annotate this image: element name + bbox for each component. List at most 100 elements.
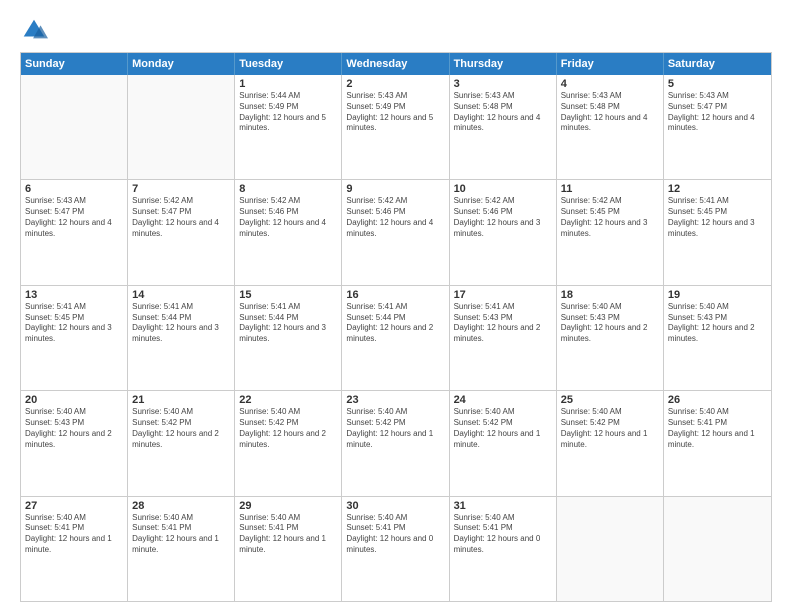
cell-info: Sunrise: 5:40 AM Sunset: 5:41 PM Dayligh… [454,513,552,556]
cell-info: Sunrise: 5:40 AM Sunset: 5:41 PM Dayligh… [239,513,337,556]
calendar-cell: 25Sunrise: 5:40 AM Sunset: 5:42 PM Dayli… [557,391,664,495]
day-number: 5 [668,78,767,90]
calendar-cell: 17Sunrise: 5:41 AM Sunset: 5:43 PM Dayli… [450,286,557,390]
cell-info: Sunrise: 5:43 AM Sunset: 5:47 PM Dayligh… [668,91,767,134]
calendar-cell: 7Sunrise: 5:42 AM Sunset: 5:47 PM Daylig… [128,180,235,284]
day-number: 18 [561,289,659,301]
cell-info: Sunrise: 5:41 AM Sunset: 5:45 PM Dayligh… [25,302,123,345]
col-header-tuesday: Tuesday [235,53,342,75]
calendar-cell: 13Sunrise: 5:41 AM Sunset: 5:45 PM Dayli… [21,286,128,390]
cell-info: Sunrise: 5:40 AM Sunset: 5:42 PM Dayligh… [239,407,337,450]
day-number: 28 [132,500,230,512]
day-number: 27 [25,500,123,512]
calendar-week-1: 1Sunrise: 5:44 AM Sunset: 5:49 PM Daylig… [21,75,771,179]
calendar-cell: 5Sunrise: 5:43 AM Sunset: 5:47 PM Daylig… [664,75,771,179]
cell-info: Sunrise: 5:40 AM Sunset: 5:41 PM Dayligh… [668,407,767,450]
day-number: 22 [239,394,337,406]
cell-info: Sunrise: 5:41 AM Sunset: 5:45 PM Dayligh… [668,196,767,239]
day-number: 13 [25,289,123,301]
logo [20,16,54,44]
day-number: 17 [454,289,552,301]
col-header-thursday: Thursday [450,53,557,75]
calendar-cell [557,497,664,601]
calendar-cell: 2Sunrise: 5:43 AM Sunset: 5:49 PM Daylig… [342,75,449,179]
cell-info: Sunrise: 5:42 AM Sunset: 5:46 PM Dayligh… [239,196,337,239]
calendar-week-4: 20Sunrise: 5:40 AM Sunset: 5:43 PM Dayli… [21,390,771,495]
day-number: 25 [561,394,659,406]
calendar-cell: 18Sunrise: 5:40 AM Sunset: 5:43 PM Dayli… [557,286,664,390]
cell-info: Sunrise: 5:43 AM Sunset: 5:47 PM Dayligh… [25,196,123,239]
cell-info: Sunrise: 5:40 AM Sunset: 5:41 PM Dayligh… [132,513,230,556]
cell-info: Sunrise: 5:43 AM Sunset: 5:48 PM Dayligh… [561,91,659,134]
logo-icon [20,16,48,44]
cell-info: Sunrise: 5:40 AM Sunset: 5:41 PM Dayligh… [346,513,444,556]
calendar-cell: 22Sunrise: 5:40 AM Sunset: 5:42 PM Dayli… [235,391,342,495]
day-number: 14 [132,289,230,301]
calendar-cell: 21Sunrise: 5:40 AM Sunset: 5:42 PM Dayli… [128,391,235,495]
cell-info: Sunrise: 5:41 AM Sunset: 5:44 PM Dayligh… [346,302,444,345]
day-number: 2 [346,78,444,90]
day-number: 7 [132,183,230,195]
cell-info: Sunrise: 5:40 AM Sunset: 5:43 PM Dayligh… [25,407,123,450]
day-number: 10 [454,183,552,195]
calendar-body: 1Sunrise: 5:44 AM Sunset: 5:49 PM Daylig… [21,75,771,601]
calendar: SundayMondayTuesdayWednesdayThursdayFrid… [20,52,772,602]
calendar-week-5: 27Sunrise: 5:40 AM Sunset: 5:41 PM Dayli… [21,496,771,601]
day-number: 12 [668,183,767,195]
day-number: 19 [668,289,767,301]
cell-info: Sunrise: 5:40 AM Sunset: 5:41 PM Dayligh… [25,513,123,556]
cell-info: Sunrise: 5:40 AM Sunset: 5:42 PM Dayligh… [454,407,552,450]
cell-info: Sunrise: 5:42 AM Sunset: 5:45 PM Dayligh… [561,196,659,239]
col-header-monday: Monday [128,53,235,75]
calendar-cell: 1Sunrise: 5:44 AM Sunset: 5:49 PM Daylig… [235,75,342,179]
day-number: 16 [346,289,444,301]
day-number: 9 [346,183,444,195]
cell-info: Sunrise: 5:40 AM Sunset: 5:43 PM Dayligh… [668,302,767,345]
calendar-cell: 4Sunrise: 5:43 AM Sunset: 5:48 PM Daylig… [557,75,664,179]
cell-info: Sunrise: 5:40 AM Sunset: 5:42 PM Dayligh… [346,407,444,450]
col-header-wednesday: Wednesday [342,53,449,75]
calendar-cell: 26Sunrise: 5:40 AM Sunset: 5:41 PM Dayli… [664,391,771,495]
day-number: 29 [239,500,337,512]
cell-info: Sunrise: 5:44 AM Sunset: 5:49 PM Dayligh… [239,91,337,134]
day-number: 15 [239,289,337,301]
calendar-cell: 9Sunrise: 5:42 AM Sunset: 5:46 PM Daylig… [342,180,449,284]
calendar-cell [128,75,235,179]
calendar-cell: 6Sunrise: 5:43 AM Sunset: 5:47 PM Daylig… [21,180,128,284]
calendar-cell: 16Sunrise: 5:41 AM Sunset: 5:44 PM Dayli… [342,286,449,390]
day-number: 21 [132,394,230,406]
cell-info: Sunrise: 5:41 AM Sunset: 5:44 PM Dayligh… [239,302,337,345]
cell-info: Sunrise: 5:42 AM Sunset: 5:46 PM Dayligh… [346,196,444,239]
day-number: 6 [25,183,123,195]
cell-info: Sunrise: 5:40 AM Sunset: 5:42 PM Dayligh… [561,407,659,450]
day-number: 4 [561,78,659,90]
day-number: 11 [561,183,659,195]
calendar-week-2: 6Sunrise: 5:43 AM Sunset: 5:47 PM Daylig… [21,179,771,284]
calendar-cell: 8Sunrise: 5:42 AM Sunset: 5:46 PM Daylig… [235,180,342,284]
day-number: 24 [454,394,552,406]
cell-info: Sunrise: 5:42 AM Sunset: 5:47 PM Dayligh… [132,196,230,239]
cell-info: Sunrise: 5:43 AM Sunset: 5:49 PM Dayligh… [346,91,444,134]
calendar-cell: 20Sunrise: 5:40 AM Sunset: 5:43 PM Dayli… [21,391,128,495]
cell-info: Sunrise: 5:42 AM Sunset: 5:46 PM Dayligh… [454,196,552,239]
calendar-header-row: SundayMondayTuesdayWednesdayThursdayFrid… [21,53,771,75]
calendar-cell: 24Sunrise: 5:40 AM Sunset: 5:42 PM Dayli… [450,391,557,495]
col-header-saturday: Saturday [664,53,771,75]
col-header-friday: Friday [557,53,664,75]
calendar-cell [21,75,128,179]
day-number: 20 [25,394,123,406]
calendar-week-3: 13Sunrise: 5:41 AM Sunset: 5:45 PM Dayli… [21,285,771,390]
day-number: 30 [346,500,444,512]
calendar-cell: 14Sunrise: 5:41 AM Sunset: 5:44 PM Dayli… [128,286,235,390]
page: SundayMondayTuesdayWednesdayThursdayFrid… [0,0,792,612]
calendar-cell: 12Sunrise: 5:41 AM Sunset: 5:45 PM Dayli… [664,180,771,284]
cell-info: Sunrise: 5:40 AM Sunset: 5:42 PM Dayligh… [132,407,230,450]
calendar-cell: 11Sunrise: 5:42 AM Sunset: 5:45 PM Dayli… [557,180,664,284]
cell-info: Sunrise: 5:41 AM Sunset: 5:43 PM Dayligh… [454,302,552,345]
calendar-cell: 19Sunrise: 5:40 AM Sunset: 5:43 PM Dayli… [664,286,771,390]
calendar-cell [664,497,771,601]
cell-info: Sunrise: 5:43 AM Sunset: 5:48 PM Dayligh… [454,91,552,134]
calendar-cell: 30Sunrise: 5:40 AM Sunset: 5:41 PM Dayli… [342,497,449,601]
calendar-cell: 3Sunrise: 5:43 AM Sunset: 5:48 PM Daylig… [450,75,557,179]
calendar-cell: 10Sunrise: 5:42 AM Sunset: 5:46 PM Dayli… [450,180,557,284]
